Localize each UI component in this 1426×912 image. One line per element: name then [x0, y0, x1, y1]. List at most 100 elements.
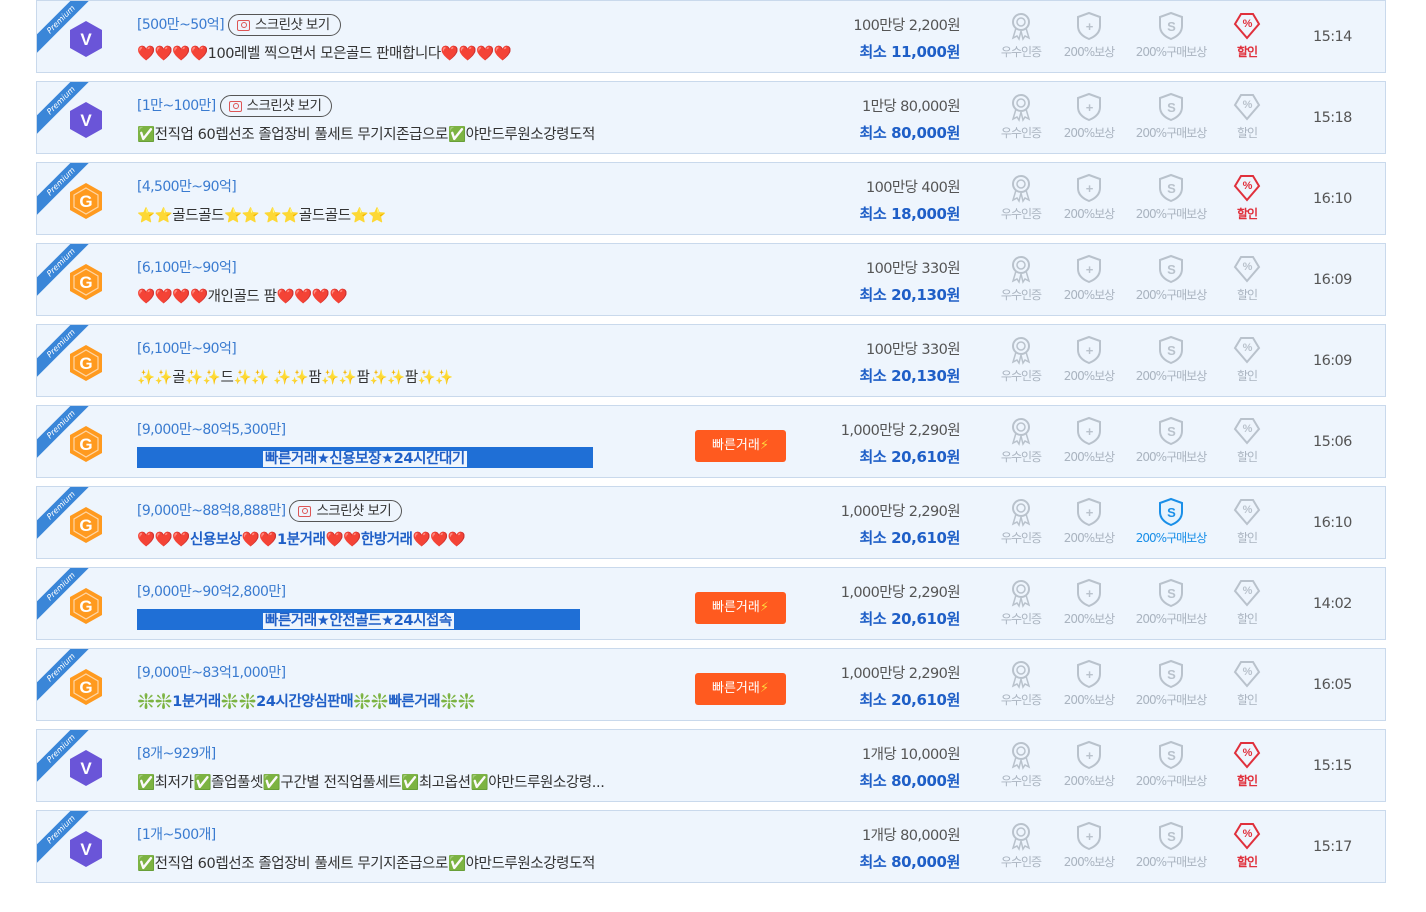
v-grade-badge-icon: V [67, 20, 105, 58]
svg-text:%: % [1243, 99, 1253, 111]
screenshot-button[interactable]: 스크린샷 보기 [219, 95, 333, 117]
listing-row[interactable]: Premium V [1만~100만] 스크린샷 보기 ✅전직업 60렙선조 졸업장비 … [36, 81, 1386, 154]
svg-text:%: % [1243, 666, 1253, 678]
svg-text:S: S [1167, 748, 1176, 763]
purchase-compensation-label: 200%구매보상 [1135, 207, 1207, 221]
quantity-range[interactable]: [9,000만~83억1,000만] [137, 662, 286, 682]
minimum-price: 최소 20,610원 [859, 689, 960, 710]
min-prefix: 최소 [859, 529, 892, 547]
listing-time: 15:14 [1313, 29, 1352, 45]
screenshot-button[interactable]: 스크린샷 보기 [227, 14, 341, 36]
minimum-price: 최소 11,000원 [859, 41, 960, 62]
compensation-icon: +200%보상 [1059, 497, 1119, 546]
svg-text:+: + [1086, 343, 1094, 358]
svg-text:G: G [79, 192, 92, 211]
listing-row[interactable]: Premium G [6,100만~90억] ✨✨골✨✨드✨✨ ✨✨팜✨✨팜✨✨팜✨✨… [36, 324, 1386, 397]
listing-title[interactable]: 빠른거래★신용보장★24시간대기 [137, 447, 593, 468]
screenshot-button[interactable]: 스크린샷 보기 [289, 500, 403, 522]
listing-row[interactable]: Premium G [9,000만~90억2,800만] 빠른거래★안전골드★24시접… [36, 567, 1386, 640]
svg-text:V: V [80, 111, 92, 130]
unit-price: 100만당 330원 [866, 261, 961, 277]
svg-text:G: G [79, 354, 92, 373]
purchase-compensation-icon: S 200%구매보상 [1129, 497, 1213, 546]
listing-row[interactable]: Premium G [4,500만~90억] ⭐⭐골드골드⭐⭐ ⭐⭐골드골드⭐⭐ 100… [36, 162, 1386, 235]
svg-text:S: S [1167, 19, 1176, 34]
svg-text:S: S [1167, 181, 1176, 196]
svg-text:%: % [1243, 18, 1253, 30]
listing-time: 16:10 [1313, 515, 1352, 531]
listing-row[interactable]: Premium G [9,000만~88억8,888만] 스크린샷 보기 ❤️❤️❤️신… [36, 486, 1386, 559]
discount-label: 할인 [1236, 693, 1258, 707]
quantity-range[interactable]: [9,000만~90억2,800만] [137, 581, 286, 601]
listing-title[interactable]: ❤️❤️❤️❤️개인골드 팜❤️❤️❤️❤️ [137, 285, 348, 306]
compensation-icon: +200%보상 [1059, 416, 1119, 465]
svg-text:+: + [1086, 829, 1094, 844]
compensation-icon: +200%보상 [1059, 254, 1119, 303]
min-prefix: 최소 [859, 772, 892, 790]
compensation-icon: +200%보상 [1059, 11, 1119, 60]
svg-text:S: S [1167, 505, 1176, 520]
listing-title[interactable]: ✅전직업 60렙선조 졸업장비 풀세트 무기지존급으로✅야만드루원소강령도적 [137, 852, 595, 873]
listing-title[interactable]: ⭐⭐골드골드⭐⭐ ⭐⭐골드골드⭐⭐ [137, 204, 386, 225]
listing-title[interactable]: ❇️❇️1분거래❇️❇️24시간양심판매❇️❇️빠른거래❇️❇️ [137, 690, 476, 711]
g-grade-badge-icon: G [67, 587, 105, 625]
min-value: 20,130원 [891, 286, 960, 304]
range-text: [9,000만~80억5,300만] [137, 422, 286, 438]
listing-title[interactable]: ✅전직업 60렙선조 졸업장비 풀세트 무기지존급으로✅야만드루원소강령도적 [137, 123, 595, 144]
range-text: [9,000만~90억2,800만] [137, 584, 286, 600]
fast-trade-button[interactable]: 빠른거래⚡ [695, 673, 786, 705]
compensation-label: 200%보상 [1063, 126, 1115, 140]
listing-row[interactable]: Premium V [8개~929개] ✅최저가✅졸업풀셋✅구간별 전직업풀세트✅최고… [36, 729, 1386, 802]
quantity-range[interactable]: [6,100만~90억] [137, 338, 237, 358]
screenshot-label: 스크린샷 보기 [254, 17, 330, 33]
discount-label: 할인 [1236, 531, 1258, 545]
listing-title[interactable]: ❤️❤️❤️신용보상❤️❤️1분거래❤️❤️한방거래❤️❤️❤️ [137, 528, 466, 549]
svg-text:V: V [80, 840, 92, 859]
listing-time: 16:09 [1313, 272, 1352, 288]
listing-row[interactable]: Premium G [9,000만~83억1,000만] ❇️❇️1분거래❇️❇️24… [36, 648, 1386, 721]
minimum-price: 최소 20,610원 [859, 527, 960, 548]
discount-icon: % 할인 [1217, 740, 1277, 789]
quantity-range[interactable]: [9,000만~88억8,888만] 스크린샷 보기 [137, 500, 403, 522]
svg-text:V: V [80, 759, 92, 778]
svg-text:+: + [1086, 19, 1094, 34]
lightning-icon: ⚡ [759, 681, 769, 696]
discount-icon: % 할인 [1217, 254, 1277, 303]
svg-text:G: G [79, 273, 92, 292]
quantity-range[interactable]: [6,100만~90억] [137, 257, 237, 277]
certified-label: 우수인증 [1000, 369, 1042, 383]
quantity-range[interactable]: [9,000만~80억5,300만] [137, 419, 286, 439]
quantity-range[interactable]: [500만~50억] 스크린샷 보기 [137, 14, 341, 36]
quantity-range[interactable]: [1개~500개] [137, 824, 216, 844]
compensation-label: 200%보상 [1063, 207, 1115, 221]
certified-label: 우수인증 [1000, 612, 1042, 626]
listing-title[interactable]: ✨✨골✨✨드✨✨ ✨✨팜✨✨팜✨✨팜✨✨ [137, 366, 453, 387]
purchase-compensation-label: 200%구매보상 [1135, 855, 1207, 869]
compensation-label: 200%보상 [1063, 369, 1115, 383]
compensation-icon: +200%보상 [1059, 578, 1119, 627]
fast-trade-button[interactable]: 빠른거래⚡ [695, 592, 786, 624]
minimum-price: 최소 20,130원 [859, 365, 960, 386]
listing-row[interactable]: Premium V [1개~500개] ✅전직업 60렙선조 졸업장비 풀세트 무기지… [36, 810, 1386, 883]
min-prefix: 최소 [859, 853, 892, 871]
min-value: 80,000원 [891, 124, 960, 142]
purchase-compensation-icon: S 200%구매보상 [1129, 416, 1213, 465]
listing-row[interactable]: Premium G [9,000만~80억5,300만] 빠른거래★신용보장★24시간… [36, 405, 1386, 478]
fast-trade-button[interactable]: 빠른거래⚡ [695, 430, 786, 462]
listing-title[interactable]: ❤️❤️❤️❤️100레벨 찍으면서 모은골드 판매합니다❤️❤️❤️❤️ [137, 42, 512, 63]
g-grade-badge-icon: G [67, 263, 105, 301]
listing-title[interactable]: 빠른거래★안전골드★24시접속 [137, 609, 580, 630]
listing-row[interactable]: Premium G [6,100만~90억] ❤️❤️❤️❤️개인골드 팜❤️❤️❤️… [36, 243, 1386, 316]
listing-row[interactable]: Premium V [500만~50억] 스크린샷 보기 ❤️❤️❤️❤️100레벨 찍… [36, 0, 1386, 73]
g-grade-badge-icon: G [67, 425, 105, 463]
range-text: [1만~100만] [137, 98, 216, 114]
svg-text:S: S [1167, 667, 1176, 682]
listing-title[interactable]: ✅최저가✅졸업풀셋✅구간별 전직업풀세트✅최고옵션✅야만드루원소강령... [137, 771, 605, 792]
min-prefix: 최소 [859, 610, 892, 628]
quantity-range[interactable]: [8개~929개] [137, 743, 216, 763]
quantity-range[interactable]: [4,500만~90억] [137, 176, 237, 196]
minimum-price: 최소 18,000원 [859, 203, 960, 224]
svg-text:+: + [1086, 100, 1094, 115]
quantity-range[interactable]: [1만~100만] 스크린샷 보기 [137, 95, 333, 117]
g-grade-badge-icon: G [67, 344, 105, 382]
